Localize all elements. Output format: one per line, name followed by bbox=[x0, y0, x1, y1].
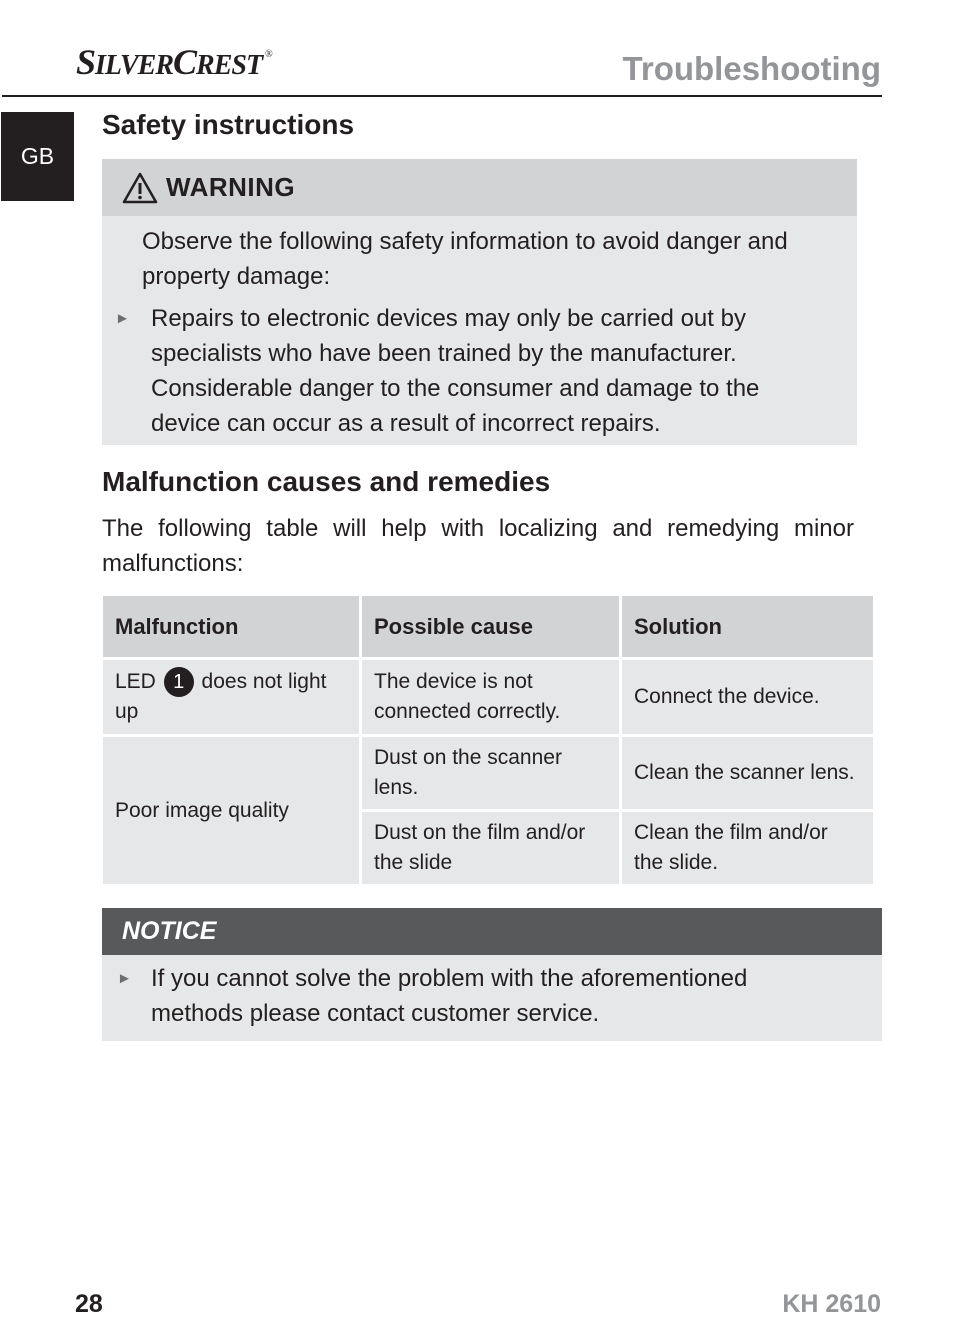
solution-cell: Clean the film and/or the slide. bbox=[622, 812, 873, 884]
solution-cell: Clean the scanner lens. bbox=[622, 737, 873, 809]
solution-cell: Connect the device. bbox=[622, 660, 873, 734]
warning-box: WARNING Observe the following safety inf… bbox=[102, 159, 857, 445]
silvercrest-logo: SILVERCREST ® bbox=[76, 42, 273, 82]
warning-triangle-icon bbox=[122, 172, 158, 203]
warning-bullet: ► Repairs to electronic devices may only… bbox=[115, 301, 817, 441]
language-tab: GB bbox=[1, 112, 74, 201]
warning-intro: Observe the following safety information… bbox=[142, 228, 788, 290]
model-number: KH 2610 bbox=[782, 1290, 881, 1318]
notice-bullet: ► If you cannot solve the problem with t… bbox=[102, 955, 882, 1031]
malfunction-cell: LED 1 does not light up bbox=[103, 660, 359, 734]
malfunction-cell: Poor image quality bbox=[103, 737, 359, 884]
warning-label: WARNING bbox=[166, 172, 296, 202]
column-header-cause: Possible cause bbox=[362, 596, 619, 657]
part-number-badge: 1 bbox=[163, 667, 194, 698]
column-header-solution: Solution bbox=[622, 596, 873, 657]
notice-box: NOTICE ► If you cannot solve the problem… bbox=[102, 908, 882, 1041]
section-title: Troubleshooting bbox=[622, 50, 881, 87]
safety-heading: Safety instructions bbox=[102, 109, 355, 140]
bullet-arrow-icon: ► bbox=[117, 970, 132, 987]
malfunction-table: Malfunction Possible cause Solution LED … bbox=[100, 593, 876, 887]
page-number: 28 bbox=[75, 1290, 103, 1318]
notice-header: NOTICE bbox=[102, 908, 882, 955]
cause-cell: Dust on the scanner lens. bbox=[362, 737, 619, 809]
malfunction-intro: The following table will help with local… bbox=[102, 515, 854, 577]
table-row: LED 1 does not light up The device is no… bbox=[103, 660, 873, 734]
malfunction-heading: Malfunction causes and remedies bbox=[102, 466, 551, 497]
warning-header: WARNING bbox=[102, 159, 857, 216]
table-header-row: Malfunction Possible cause Solution bbox=[103, 596, 873, 657]
cause-cell: Dust on the film and/or the slide bbox=[362, 812, 619, 884]
cause-cell: The device is not connected correctly. bbox=[362, 660, 619, 734]
bullet-arrow-icon: ► bbox=[115, 310, 130, 327]
table-row: Poor image quality Dust on the scanner l… bbox=[103, 737, 873, 884]
header-divider bbox=[2, 95, 882, 97]
column-header-malfunction: Malfunction bbox=[103, 596, 359, 657]
